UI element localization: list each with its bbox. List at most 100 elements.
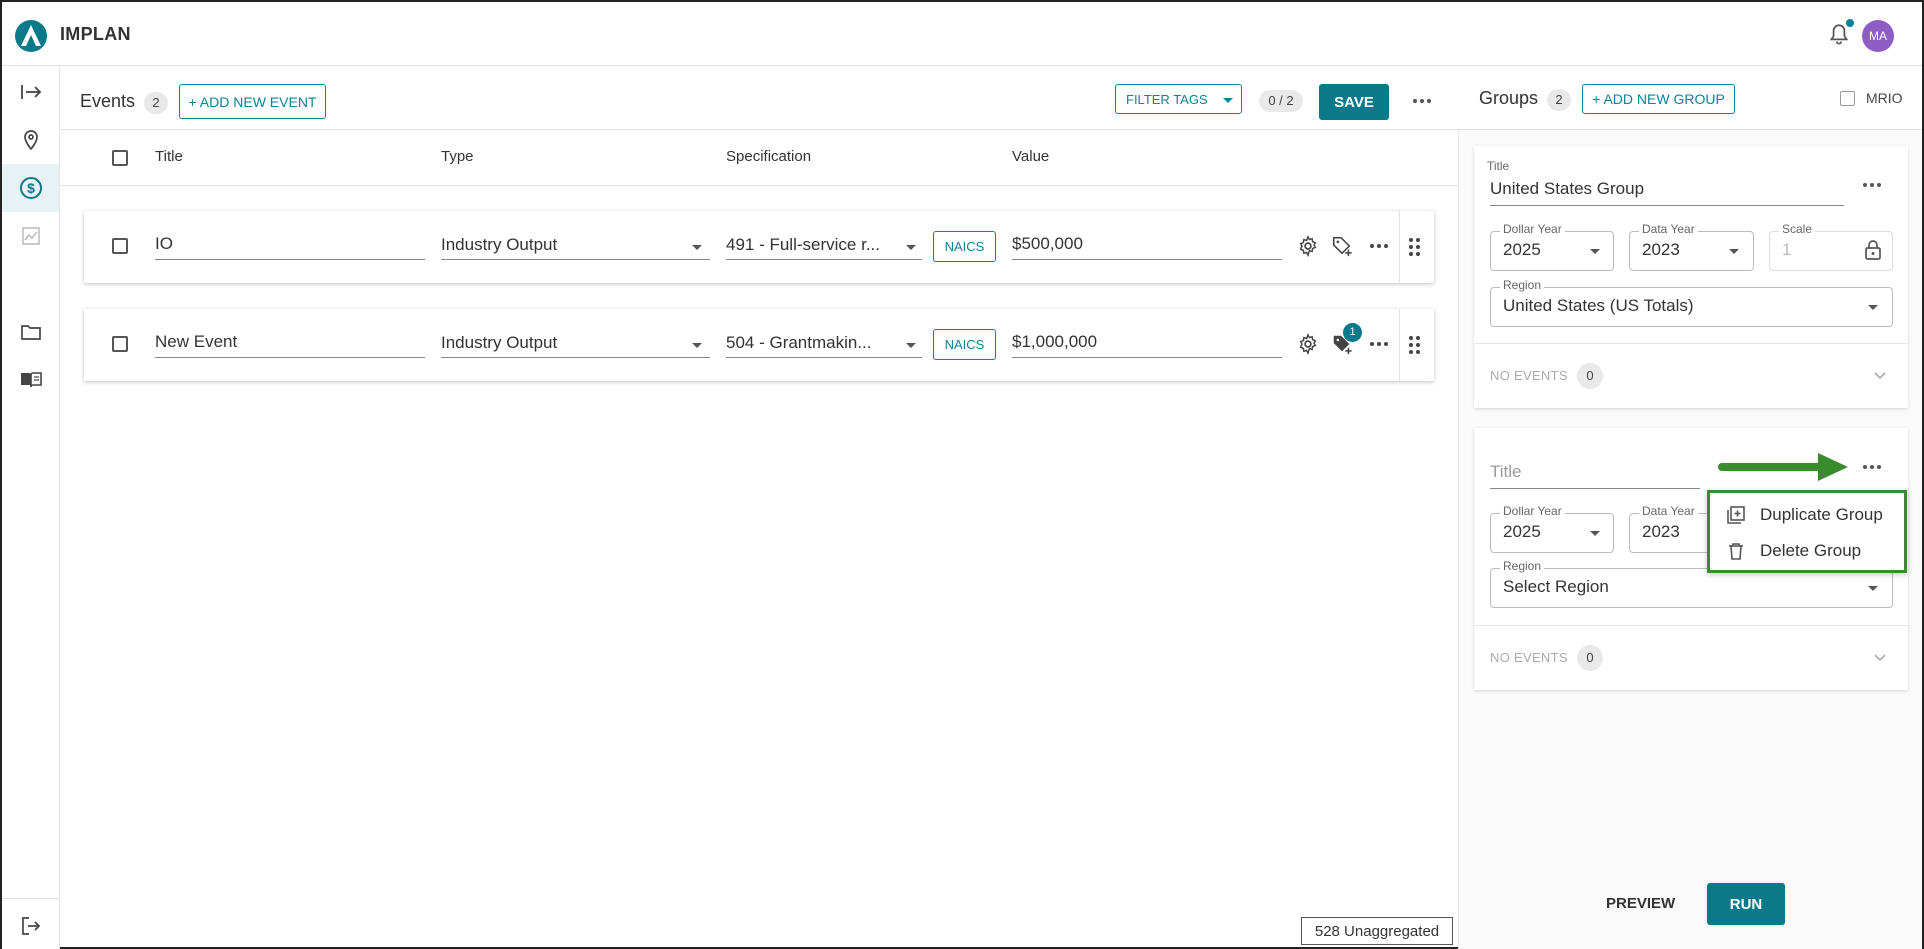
event-value-input[interactable]: $500,000 <box>1012 234 1282 254</box>
lock-icon[interactable] <box>1864 240 1882 260</box>
region-value: United States (US Totals) <box>1503 296 1694 315</box>
group-title-label: Title <box>1487 159 1510 173</box>
logout-icon <box>21 917 40 935</box>
chevron-down-icon <box>692 343 702 348</box>
dollar-year-value: 2025 <box>1503 522 1541 541</box>
rail-impacts[interactable]: $ <box>2 164 59 212</box>
chevron-down-icon[interactable] <box>1873 369 1887 383</box>
save-button[interactable]: SAVE <box>1319 84 1389 120</box>
user-avatar[interactable]: MA <box>1862 20 1894 52</box>
notification-dot <box>1846 19 1854 27</box>
group-divider <box>1474 343 1908 344</box>
event-title-input[interactable]: IO <box>155 234 425 254</box>
event-more-icon[interactable] <box>1367 234 1391 258</box>
rail-projects[interactable] <box>2 308 59 356</box>
dollar-year-label: Dollar Year <box>1500 222 1565 236</box>
drag-handle-icon[interactable] <box>1407 334 1423 356</box>
event-title-underline <box>155 259 425 260</box>
group-more-icon[interactable] <box>1860 455 1884 479</box>
duplicate-group-label: Duplicate Group <box>1760 505 1883 524</box>
dollar-year-value: 2025 <box>1503 240 1541 259</box>
events-more-icon[interactable] <box>1410 89 1434 113</box>
duplicate-group-menu-item[interactable]: Duplicate Group <box>1710 497 1904 533</box>
column-specification[interactable]: Specification <box>726 148 811 165</box>
data-year-value: 2023 <box>1642 240 1680 259</box>
column-value[interactable]: Value <box>1012 148 1049 165</box>
run-button[interactable]: RUN <box>1707 883 1785 925</box>
event-value-underline <box>1012 259 1282 260</box>
event-title-input[interactable]: New Event <box>155 332 425 352</box>
data-year-label: Data Year <box>1639 222 1698 236</box>
event-type-select[interactable]: Industry Output <box>441 235 691 255</box>
column-type[interactable]: Type <box>441 148 474 165</box>
event-value-input[interactable]: $1,000,000 <box>1012 332 1282 352</box>
group-title-underline <box>1490 488 1700 489</box>
group-more-icon[interactable] <box>1860 173 1884 197</box>
select-all-checkbox[interactable] <box>112 150 128 166</box>
events-title-text: Events <box>80 91 136 111</box>
events-count-badge: 2 <box>144 92 169 114</box>
event-more-icon[interactable] <box>1367 332 1391 356</box>
scale-value: 1 <box>1782 240 1792 259</box>
top-bar: IMPLAN MA <box>2 2 1922 66</box>
no-events-count: 0 <box>1577 363 1603 389</box>
rail-regions[interactable] <box>2 116 59 164</box>
duplicate-icon <box>1727 506 1745 524</box>
chevron-down-icon <box>1590 249 1600 254</box>
event-type-select[interactable]: Industry Output <box>441 333 691 353</box>
drag-divider <box>1399 309 1400 381</box>
preview-button[interactable]: PREVIEW <box>1606 895 1675 912</box>
data-year-value: 2023 <box>1642 522 1680 541</box>
group-title-input[interactable]: United States Group <box>1490 179 1840 199</box>
event-checkbox[interactable] <box>112 238 128 254</box>
event-specification-select[interactable]: 491 - Full-service r... <box>726 235 901 255</box>
header-divider <box>60 185 1458 186</box>
add-new-event-button[interactable]: + ADD NEW EVENT <box>179 84 326 119</box>
filter-tags-button[interactable]: FILTER TAGS <box>1115 84 1242 114</box>
chevron-down-icon[interactable] <box>1873 651 1887 665</box>
implan-logo-icon[interactable] <box>14 19 48 53</box>
chevron-down-icon <box>1868 586 1878 591</box>
data-year-label: Data Year <box>1639 504 1698 518</box>
naics-button[interactable]: NAICS <box>933 329 996 360</box>
groups-title: Groups 2 <box>1479 88 1572 111</box>
rail-logout[interactable] <box>2 902 59 949</box>
event-spec-underline <box>726 357 922 358</box>
add-tag-icon[interactable] <box>1331 235 1353 257</box>
rail-expand[interactable] <box>2 68 59 116</box>
naics-button[interactable]: NAICS <box>933 231 996 262</box>
region-label: Region <box>1500 278 1545 292</box>
drag-divider <box>1399 211 1400 283</box>
dollar-year-label: Dollar Year <box>1500 504 1565 518</box>
rail-divider <box>2 898 59 899</box>
event-spec-underline <box>726 259 922 260</box>
region-label: Region <box>1500 559 1545 573</box>
delete-group-menu-item[interactable]: Delete Group <box>1710 533 1904 569</box>
event-type-underline <box>441 259 710 260</box>
event-type-underline <box>441 357 710 358</box>
map-pin-icon <box>23 130 38 151</box>
gear-icon[interactable] <box>1297 333 1319 355</box>
chevron-down-icon <box>1590 531 1600 536</box>
add-new-group-button[interactable]: + ADD NEW GROUP <box>1582 84 1735 114</box>
delete-group-label: Delete Group <box>1760 541 1862 560</box>
rail-help[interactable] <box>2 356 59 404</box>
no-events-label: NO EVENTS <box>1490 368 1568 383</box>
rail-results[interactable] <box>2 212 59 260</box>
event-title-underline <box>155 357 425 358</box>
chevron-down-icon <box>906 245 916 250</box>
mrio-checkbox[interactable] <box>1840 91 1855 106</box>
svg-text:$: $ <box>27 180 35 196</box>
no-events-label: NO EVENTS <box>1490 650 1568 665</box>
group-title-input[interactable]: Title <box>1490 462 1660 482</box>
drag-handle-icon[interactable] <box>1407 236 1423 258</box>
chevron-down-icon <box>1868 305 1878 310</box>
brand-name: IMPLAN <box>60 24 131 44</box>
event-checkbox[interactable] <box>112 336 128 352</box>
events-title: Events 2 <box>80 91 169 114</box>
expand-arrow-icon <box>20 85 41 99</box>
selection-count: 0 / 2 <box>1259 90 1303 112</box>
column-title[interactable]: Title <box>155 148 183 165</box>
event-specification-select[interactable]: 504 - Grantmakin... <box>726 333 901 353</box>
gear-icon[interactable] <box>1297 235 1319 257</box>
